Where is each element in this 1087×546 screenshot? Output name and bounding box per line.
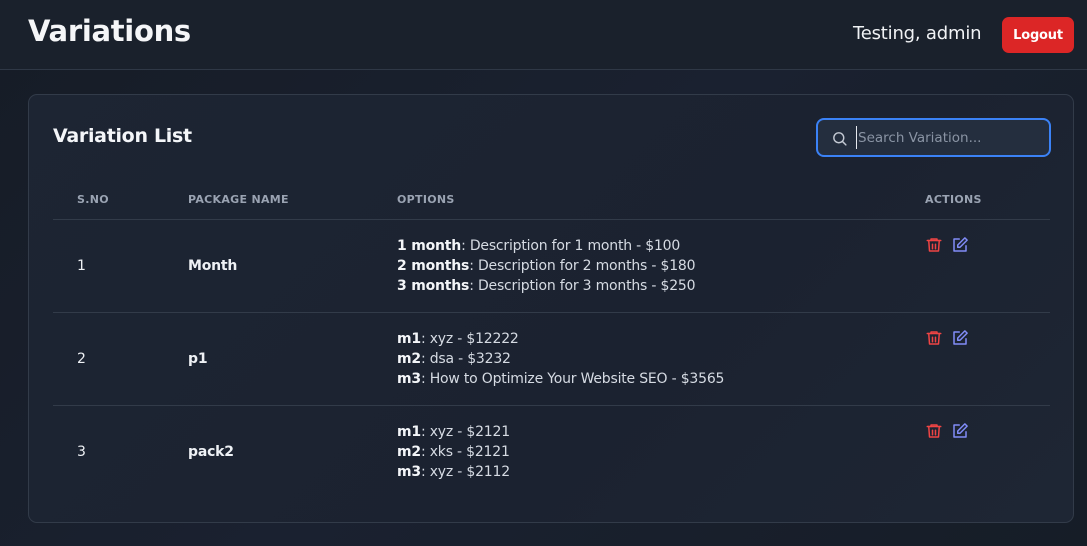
option-text: : Description for 3 months - $250 [469,278,696,294]
edit-icon[interactable] [951,422,969,440]
column-header-options: OPTIONS [397,193,455,206]
table-header-divider [53,219,1050,220]
row-package-name: Month [188,258,238,274]
row-sno: 3 [77,444,86,460]
option-text: : Description for 2 months - $180 [469,258,696,274]
option-text: : xyz - $2121 [420,424,510,440]
option-text: : dsa - $3232 [420,351,511,367]
trash-icon[interactable] [925,236,943,254]
option-line: 3 months: Description for 3 months - $25… [397,276,696,296]
row-options: 1 month: Description for 1 month - $100 … [397,236,696,296]
option-text: : xks - $2121 [420,444,510,460]
card-title: Variation List [53,125,192,147]
option-text: : Description for 1 month - $100 [461,238,681,254]
option-line: m2: dsa - $3232 [397,349,724,369]
row-sno: 2 [77,351,86,367]
search-input[interactable] [856,126,1041,149]
row-sno: 1 [77,258,86,274]
column-header-package-name: PACKAGE NAME [188,193,289,206]
row-package-name: p1 [188,351,208,367]
option-name: 1 month [397,238,462,254]
option-line: m3: xyz - $2112 [397,462,510,482]
option-name: 2 months [397,258,470,274]
option-name: m3 [397,371,421,387]
top-bar: Variations Testing, admin Logout [0,0,1087,70]
column-header-actions: ACTIONS [925,193,982,206]
option-text: : How to Optimize Your Website SEO - $35… [420,371,725,387]
option-name: m3 [397,464,421,480]
option-text: : xyz - $2112 [420,464,510,480]
option-name: m1 [397,331,421,347]
row-package-name: pack2 [188,444,234,460]
edit-icon[interactable] [951,236,969,254]
option-name: m2 [397,351,421,367]
column-header-sno: S.NO [77,193,109,206]
option-name: m1 [397,424,421,440]
row-options: m1: xyz - $2121 m2: xks - $2121 m3: xyz … [397,422,510,482]
logout-button[interactable]: Logout [1002,17,1074,53]
option-name: 3 months [397,278,470,294]
variation-list-card: Variation List S.NO PACKAGE NAME OPTIONS… [28,94,1074,523]
page-title: Variations [28,14,191,48]
row-divider [53,405,1050,406]
search-icon [833,132,847,146]
option-line: m2: xks - $2121 [397,442,510,462]
row-divider [53,312,1050,313]
option-line: m1: xyz - $2121 [397,422,510,442]
search-box[interactable] [816,118,1051,157]
edit-icon[interactable] [951,329,969,347]
option-line: 2 months: Description for 2 months - $18… [397,256,696,276]
option-line: m3: How to Optimize Your Website SEO - $… [397,369,724,389]
trash-icon[interactable] [925,329,943,347]
row-options: m1: xyz - $12222 m2: dsa - $3232 m3: How… [397,329,724,389]
option-name: m2 [397,444,421,460]
option-line: 1 month: Description for 1 month - $100 [397,236,695,256]
trash-icon[interactable] [925,422,943,440]
user-name: Testing, admin [853,23,982,44]
option-line: m1: xyz - $12222 [397,329,724,349]
option-text: : xyz - $12222 [420,331,519,347]
